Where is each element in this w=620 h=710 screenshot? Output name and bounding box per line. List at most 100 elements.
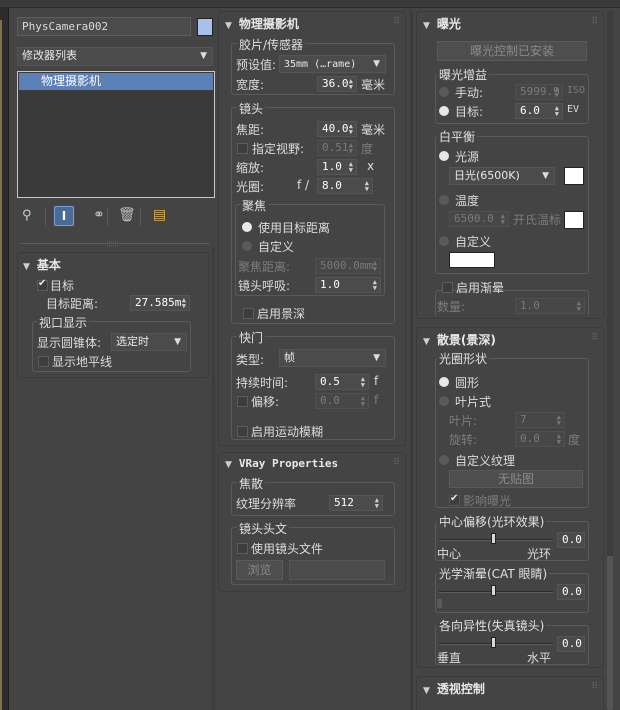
anisotropy-slider-thumb[interactable] [491,637,496,648]
optical-vignetting-slider-track[interactable] [439,591,553,593]
vignetting-amount-spinner[interactable]: 1.0▲▼ [515,298,585,314]
custom-texture-radio[interactable] [439,455,449,465]
optical-vignetting-slider-thumb[interactable] [491,585,496,596]
enable-motion-blur-label: 启用运动模糊 [251,423,323,440]
target-checkbox[interactable] [37,280,48,291]
collapse-triangle-icon: ▼ [225,460,235,470]
temperature-label: 温度 [455,192,479,209]
custom-wb-label: 自定义 [455,233,491,250]
preset-dropdown[interactable]: 35mm (…rame)▼ [279,55,386,73]
viewport-display-title: 视口显示 [37,314,89,331]
center-bias-title: 中心偏移(光环效果) [437,513,546,530]
collapse-triangle-icon: ▼ [423,686,433,696]
basic-rollout-header[interactable]: ▼ 基本 [23,256,61,273]
anisotropy-slider-track[interactable] [439,643,553,645]
zoom-spinner[interactable]: 1.0▲▼ [317,159,357,175]
custom-wb-radio[interactable] [439,236,449,246]
modifier-list-dropdown[interactable]: 修改器列表 ▼ [17,47,213,66]
vray-properties-rollout-header[interactable]: ▼ VRay Properties [225,456,338,470]
aperture-prefix: f / [297,178,309,192]
pin-stack-icon[interactable]: ⚲ [22,208,32,223]
blades-spinner[interactable]: 7▲▼ [515,412,565,428]
illuminant-color-swatch[interactable] [564,167,584,185]
anisotropy-value[interactable]: 0.0 [557,636,585,652]
enable-vignetting-checkbox[interactable] [442,282,453,293]
show-end-result-icon[interactable]: I [54,206,74,226]
shutter-offset-checkbox[interactable] [237,396,248,407]
object-color-swatch[interactable] [197,18,213,36]
remove-modifier-icon[interactable]: 🗑 [118,207,136,223]
perspective-control-rollout-header[interactable]: ▼ 透视控制 [423,680,485,697]
rotation-spinner[interactable]: 0.0▲▼ [515,431,565,447]
splitter-grip[interactable]: :::::: [106,239,118,249]
custom-wb-color-swatch[interactable] [449,252,495,268]
manual-iso-unit: ISO [567,85,585,96]
manual-iso-spinner[interactable]: 5999.9▲▼ [515,84,563,100]
illuminant-radio[interactable] [439,151,449,161]
target-ev-spinner[interactable]: 6.0▲▼ [515,103,563,119]
illuminant-dropdown[interactable]: 日光(6500K)▼ [449,167,555,185]
target-label: 目标 [50,277,74,294]
shutter-type-dropdown[interactable]: 帧▼ [279,349,386,367]
configure-modifier-sets-icon[interactable]: ▤ [153,207,166,223]
rollout-grip: ⠿ [591,17,597,27]
exposure-rollout-header[interactable]: ▼ 曝光 [423,15,461,32]
aperture-shape-title: 光圈形状 [437,350,489,367]
affect-exposure-checkbox[interactable] [449,495,460,506]
rotation-unit: 度 [568,431,580,448]
width-spinner[interactable]: 36.0▲▼ [317,76,357,92]
modifier-stack-item[interactable]: 物理摄影机 [19,73,213,90]
show-cone-dropdown[interactable]: 选定时▼ [111,333,187,351]
texture-resolution-spinner[interactable]: 512▲▼ [329,495,383,511]
use-target-distance-radio[interactable] [242,222,252,232]
show-horizon-label: 显示地平线 [52,353,112,370]
center-bias-slider-track[interactable] [439,539,553,541]
exposure-control-installed-button[interactable]: 曝光控制已安装 [437,41,587,61]
modifier-stack[interactable]: 物理摄影机 [17,71,215,198]
specify-fov-checkbox[interactable] [237,143,248,154]
custom-focus-radio[interactable] [242,241,252,251]
use-lens-file-checkbox[interactable] [237,543,248,554]
film-sensor-title: 胶片/传感器 [237,36,305,53]
optical-vignetting-value[interactable]: 0.0 [557,584,585,600]
panel-scrollbar-thumb[interactable] [607,556,613,710]
temperature-spinner[interactable]: 6500.0▲▼ [449,211,509,227]
show-horizon-checkbox[interactable] [38,356,49,367]
use-lens-file-label: 使用镜头文件 [251,540,323,557]
aperture-spinner[interactable]: 8.0▲▼ [317,178,373,194]
shutter-offset-label: 偏移: [251,393,279,410]
enable-dof-checkbox[interactable] [243,308,254,319]
bokeh-rollout-header[interactable]: ▼ 散景(景深) [423,331,496,348]
target-distance-spinner[interactable]: 27.585m▲▼ [130,295,190,311]
lens-file-path-field[interactable] [289,560,385,580]
optical-vignetting-title: 光学渐晕(CAT 眼睛) [437,565,549,582]
focal-length-spinner[interactable]: 40.0▲▼ [317,121,357,137]
physical-camera-rollout-header[interactable]: ▼ 物理摄影机 [225,15,299,32]
manual-exposure-radio[interactable] [439,87,449,97]
bladed-radio[interactable] [439,396,449,406]
lens-breathing-spinner[interactable]: 1.0▲▼ [315,277,381,293]
circular-radio[interactable] [439,377,449,387]
vray-properties-rollout: ▼ VRay Properties ⠿ 焦散 纹理分辨率 512▲▼ 镜头头文 … [218,452,406,592]
no-map-button[interactable]: 无贴图 [449,470,583,488]
chevron-down-icon: ▼ [373,350,380,366]
collapse-triangle-icon: ▼ [23,262,33,272]
center-bias-slider-thumb[interactable] [491,533,496,544]
center-label: 中心 [437,545,461,562]
vignetting-amount-label: 数量: [437,298,465,315]
duration-spinner[interactable]: 0.5▲▼ [315,374,369,390]
center-bias-value[interactable]: 0.0 [557,532,585,548]
fov-spinner[interactable]: 0.51▲▼ [317,140,357,156]
target-exposure-radio[interactable] [439,106,449,116]
browse-button[interactable]: 浏览 [236,560,283,580]
enable-motion-blur-checkbox[interactable] [237,426,248,437]
temperature-radio[interactable] [439,195,449,205]
focus-distance-spinner[interactable]: 5000.0mm▲▼ [315,258,381,274]
collapse-triangle-icon: ▼ [225,21,235,31]
object-name-field[interactable] [17,17,191,36]
temperature-color-swatch[interactable] [564,211,584,229]
shutter-offset-spinner[interactable]: 0.0▲▼ [315,393,369,409]
panel-scrollbar[interactable] [607,11,613,710]
duration-label: 持续时间: [236,374,288,391]
make-unique-icon[interactable]: ⚭ [93,207,105,223]
